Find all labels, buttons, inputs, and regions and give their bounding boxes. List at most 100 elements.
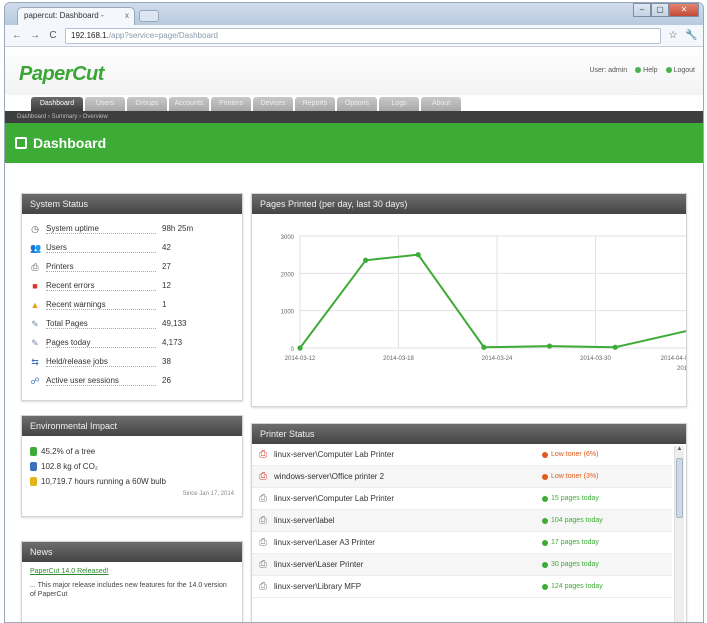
logout-link[interactable]: Logout [665, 67, 695, 74]
x-tick-label: 2014-03-12 [285, 356, 316, 362]
system-status-list: ◷ System uptime 98h 25m 👥 Users 42 ⎙ Printers 27… [22, 214, 242, 390]
help-link[interactable]: Help [635, 67, 658, 74]
env-row: 102.8 kg of CO₂ [22, 459, 242, 474]
chart-title: Pages Printed (per day, last 30 days) [252, 194, 686, 214]
y-tick-label: 2000 [281, 272, 295, 278]
app-header: PaperCut User: admin Help Logout [5, 47, 703, 95]
status-row: ☍ Active user sessions 26 [22, 371, 242, 390]
printer-status-panel: Printer Status ⎙ linux-server\Computer La… [251, 423, 687, 622]
tab-printers[interactable]: Printers [211, 97, 251, 111]
x-tick-label: 2014-04-05 [661, 356, 686, 362]
tab-groups[interactable]: Groups [127, 97, 167, 111]
status-dot-icon [542, 561, 548, 568]
printer-row[interactable]: ⎙ linux-server\Laser A3 Printer 17 pages t… [252, 532, 672, 554]
users-icon: 👥 [30, 242, 42, 253]
news-panel: News PaperCut 14.0 Released! ... This ma… [21, 541, 243, 622]
help-icon [635, 67, 642, 74]
y-tick-label: 3000 [281, 235, 295, 241]
tab-reports[interactable]: Reports [295, 97, 335, 111]
status-row: ■ Recent errors 12 [22, 276, 242, 295]
maximize-button[interactable]: ▢ [651, 3, 669, 17]
status-dot-icon [542, 517, 548, 524]
main-nav: Dashboard Users Groups Accounts Printers… [5, 95, 703, 111]
status-label: Recent errors [46, 281, 156, 291]
tab-close-icon[interactable]: x [125, 11, 129, 20]
forward-arrow-icon[interactable]: → [29, 30, 41, 41]
pages-today-icon: ✎ [31, 337, 39, 348]
data-point [481, 344, 487, 350]
status-row: ◷ System uptime 98h 25m [22, 219, 242, 238]
status-row: ⇆ Held/release jobs 38 [22, 352, 242, 371]
scroll-up-icon[interactable]: ▲ [675, 446, 684, 452]
tab-about[interactable]: About [421, 97, 461, 111]
printer-status: 104 pages today [542, 517, 603, 524]
status-value: 1 [162, 300, 167, 309]
wrench-icon[interactable]: 🔧 [685, 30, 697, 41]
system-status-header: System Status [22, 194, 242, 214]
printer-row[interactable]: ⎙ linux-server\label 104 pages today [252, 510, 672, 532]
printer-error-icon: ⎙ [259, 449, 267, 460]
printer-status: 15 pages today [542, 495, 599, 502]
clock-icon: ◷ [31, 223, 39, 234]
status-label: Printers [46, 262, 156, 272]
minimize-button[interactable]: – [633, 3, 651, 17]
printer-status: Low toner (3%) [542, 473, 598, 480]
status-row: ▲ Recent warnings 1 [22, 295, 242, 314]
tab-users[interactable]: Users [85, 97, 125, 111]
tab-devices[interactable]: Devices [253, 97, 293, 111]
y-tick-label: 0 [291, 347, 295, 353]
printer-list-scrollbar[interactable]: ▲ ▼ [674, 446, 684, 622]
new-tab-button[interactable] [139, 10, 159, 22]
env-text: 102.8 kg of CO₂ [41, 462, 98, 471]
printer-status-header: Printer Status [252, 424, 686, 444]
printer-name[interactable]: linux-server\Computer Lab Printer [274, 450, 542, 459]
browser-tab[interactable]: papercut: Dashboard - x [17, 7, 135, 25]
printer-row[interactable]: ⎙ windows-server\Office printer 2 Low tone… [252, 466, 672, 488]
printer-row[interactable]: ⎙ linux-server\Computer Lab Printer 15 pag… [252, 488, 672, 510]
environmental-impact-panel: Environmental Impact 45.2% of a tree 102.… [21, 415, 243, 517]
printer-status-text: 15 pages today [551, 495, 599, 502]
user-links: User: admin Help Logout [589, 67, 695, 74]
held-jobs-icon: ⇆ [31, 356, 39, 367]
pages-printed-chart: 0 1000 2000 3000 2014-03-12 2014-03-18 2014-03… [281, 235, 700, 372]
tab-options[interactable]: Options [337, 97, 377, 111]
printer-name[interactable]: linux-server\Laser Printer [274, 560, 542, 569]
printer-icon: ⎙ [259, 493, 267, 504]
page-title: Dashboard [33, 135, 107, 151]
data-point [415, 252, 421, 258]
status-label: Active user sessions [46, 376, 156, 386]
printer-name[interactable]: linux-server\Library MFP [274, 582, 542, 591]
reload-icon[interactable]: C [47, 30, 59, 41]
status-value: 12 [162, 281, 171, 290]
status-row: ✎ Total Pages 49,133 [22, 314, 242, 333]
status-label: System uptime [46, 224, 156, 234]
tab-logs[interactable]: Logs [379, 97, 419, 111]
status-label: Pages today [46, 338, 156, 348]
close-window-button[interactable]: ✕ [669, 3, 699, 17]
bookmark-star-icon[interactable]: ☆ [667, 30, 679, 41]
printer-row[interactable]: ⎙ linux-server\Laser Printer 30 pages toda… [252, 554, 672, 576]
logout-icon [665, 67, 672, 74]
address-bar[interactable]: 192.168.1./app?service=page/Dashboard [65, 27, 661, 44]
tab-dashboard[interactable]: Dashboard [31, 97, 83, 111]
user-link[interactable]: User: admin [589, 67, 627, 74]
tab-title: papercut: Dashboard - [24, 11, 104, 20]
printer-row[interactable]: ⎙ linux-server\Library MFP 124 pages today [252, 576, 672, 598]
printer-name[interactable]: windows-server\Office printer 2 [274, 472, 542, 481]
data-point [612, 344, 618, 350]
printer-row[interactable]: ⎙ linux-server\Computer Lab Printer Low to… [252, 444, 672, 466]
status-label: Held/release jobs [46, 357, 156, 367]
status-dot-icon [542, 539, 548, 546]
printer-status: 30 pages today [542, 561, 599, 568]
environmental-impact-header: Environmental Impact [22, 416, 242, 436]
news-link[interactable]: PaperCut 14.0 Released! [22, 562, 242, 577]
scrollbar-thumb[interactable] [676, 458, 683, 518]
status-dot-icon [542, 473, 548, 480]
printer-name[interactable]: linux-server\Laser A3 Printer [274, 538, 542, 547]
tab-accounts[interactable]: Accounts [169, 97, 209, 111]
printer-name[interactable]: linux-server\label [274, 516, 542, 525]
help-label: Help [643, 67, 658, 74]
printer-icon: ⎙ [259, 559, 267, 570]
back-arrow-icon[interactable]: ← [11, 30, 23, 41]
printer-name[interactable]: linux-server\Computer Lab Printer [274, 494, 542, 503]
